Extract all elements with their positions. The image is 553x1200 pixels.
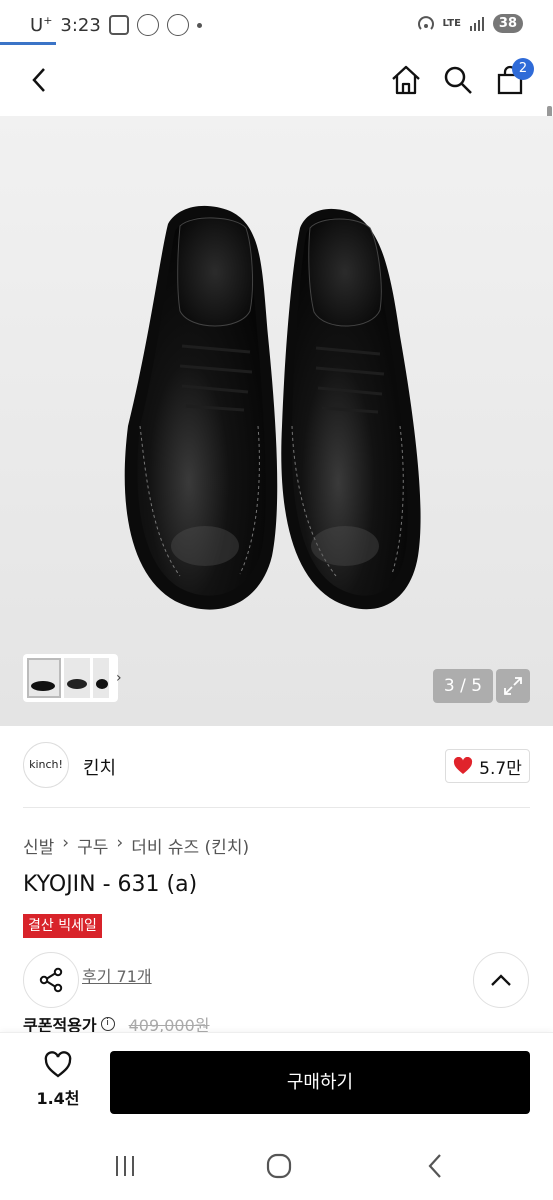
back-nav-button[interactable] [420,1152,450,1180]
back-button[interactable] [20,60,60,100]
battery-indicator: 38 [492,14,523,33]
thumbnail-3[interactable] [93,658,109,698]
thumbnail-2[interactable] [64,658,90,698]
expand-icon [504,677,522,695]
breadcrumb-separator-icon: › [116,833,124,853]
thumbnail-strip[interactable]: › [23,654,122,702]
home-circle-icon [266,1153,292,1179]
carrier: U+ [30,14,53,36]
heart-filled-icon [454,757,473,774]
info-icon[interactable]: i [100,1017,115,1031]
home-nav-button[interactable] [264,1152,294,1180]
sale-tag: 결산 빅세일 [23,914,102,938]
wishlist-count: 1.4천 [36,1089,80,1108]
right-shoe [281,208,421,610]
chevron-right-icon[interactable]: › [116,670,122,686]
home-icon [392,65,420,95]
product-image-gallery[interactable]: › 3 / 5 [0,116,553,726]
search-icon [444,66,472,94]
recent-apps-button[interactable] [110,1152,140,1180]
back-arrow-icon [428,1154,441,1178]
thumbnail-1[interactable] [27,658,61,698]
app-notif-icon [136,14,159,36]
product-title: KYOJIN - 631 (a) [23,872,198,897]
status-left: U+ 3:23 [30,14,202,36]
status-time: 3:23 [60,14,101,36]
chevron-left-icon [32,68,45,92]
chevron-up-icon [491,974,511,986]
brand-row: kinch! 킨치 5.7만 [23,742,530,792]
cart-count-badge: 2 [512,58,534,80]
breadcrumb-item[interactable]: 신발 [23,833,54,858]
status-right: LTE 38 [417,14,523,33]
status-bar: U+ 3:23 LTE 38 [0,0,553,46]
brand-like-count: 5.7만 [479,758,522,779]
share-icon [39,967,63,993]
screenshot-notif-icon [108,15,129,35]
page-load-progress [0,42,56,45]
search-button[interactable] [438,60,478,100]
cart-button[interactable]: 2 [490,58,534,100]
wishlist-button[interactable]: 1.4천 [30,1051,86,1117]
bank-notif-icon [166,14,189,36]
breadcrumb: 신발 › 구두 › 더비 슈즈 (킨치) [23,833,249,858]
top-nav: 2 [0,46,553,160]
more-notif-icon [196,22,202,28]
brand-logo[interactable]: kinch! [23,742,69,788]
hotspot-icon [417,15,434,30]
image-page-counter: 3 / 5 [433,669,493,703]
network-type: LTE [442,17,461,29]
home-button[interactable] [386,60,426,100]
product-photo [124,205,421,610]
breadcrumb-item[interactable]: 더비 슈즈 (킨치) [131,833,249,858]
android-nav-bar [0,1132,553,1200]
brand-like-button[interactable]: 5.7만 [445,749,530,783]
bottom-action-bar: 1.4천 구매하기 [0,1032,553,1132]
scroll-top-button[interactable] [473,952,529,1008]
divider [23,807,530,808]
thumbnail-shoe-icon [96,679,108,689]
share-button[interactable] [23,952,79,1008]
brand-name[interactable]: 킨치 [83,754,116,780]
reviews-link[interactable]: 후기 71개 [82,963,152,987]
signal-icon [469,16,484,31]
breadcrumb-separator-icon: › [62,833,70,853]
thumbnail-shoe-icon [67,679,87,689]
recent-apps-icon [116,1156,134,1176]
buy-button[interactable]: 구매하기 [110,1051,530,1114]
expand-image-button[interactable] [496,669,530,703]
thumbnail-shoe-icon [31,681,55,691]
breadcrumb-item[interactable]: 구두 [77,833,108,858]
left-shoe [124,205,278,610]
heart-outline-icon [44,1051,72,1078]
